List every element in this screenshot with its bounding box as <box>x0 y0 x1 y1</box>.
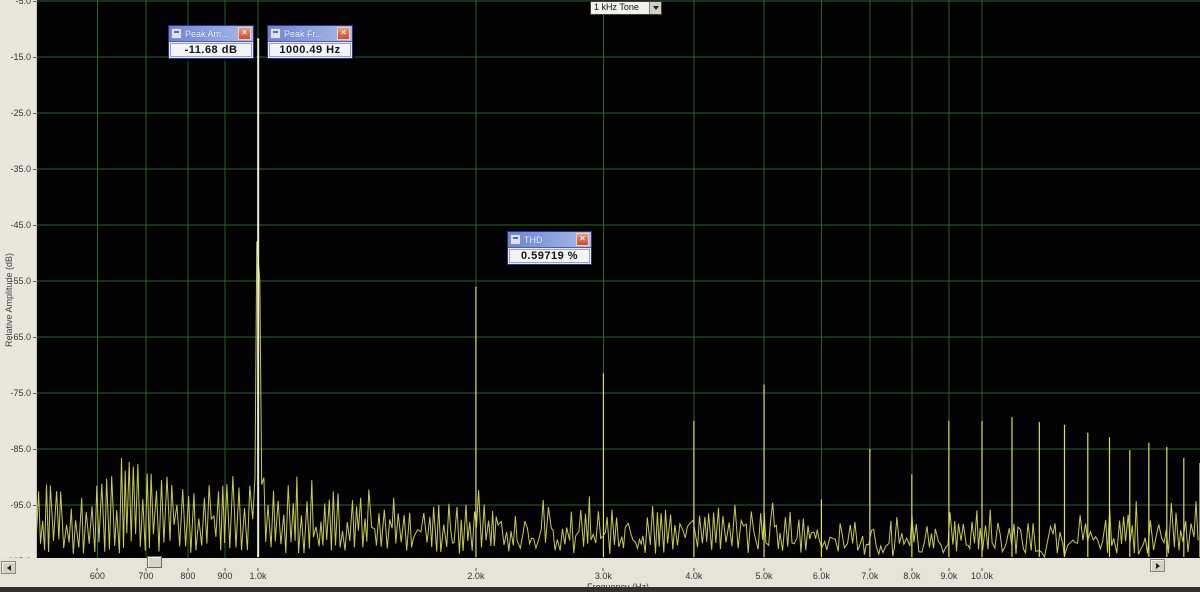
chevron-down-icon <box>653 6 659 10</box>
x-tick-label: 6.0k <box>813 571 830 581</box>
x-tick-label: 600 <box>90 571 105 581</box>
y-tick-mark <box>33 505 36 506</box>
dropdown-arrow-button[interactable] <box>649 2 661 14</box>
x-tick-label: 9.0k <box>940 571 957 581</box>
x-tick-mark <box>224 568 225 571</box>
widget-title: THD <box>524 233 573 247</box>
widget-title: Peak Fr... <box>284 27 334 41</box>
x-tick-mark <box>258 568 259 571</box>
peak-amplitude-widget[interactable]: Peak Am... ✕ -11.68 dB <box>168 25 254 59</box>
x-tick-mark <box>603 568 604 571</box>
x-tick-mark <box>475 568 476 571</box>
y-tick-mark <box>33 449 36 450</box>
widget-titlebar[interactable]: Peak Am... ✕ <box>169 26 253 42</box>
spectrum-svg <box>36 0 1200 558</box>
x-tick-label: 1.0k <box>249 571 266 581</box>
y-tick-mark <box>33 1 36 2</box>
y-tick-label: -35.0 <box>0 164 31 174</box>
y-tick-mark <box>33 281 36 282</box>
peak-frequency-widget[interactable]: Peak Fr... ✕ 1000.49 Hz <box>267 25 353 59</box>
close-icon[interactable]: ✕ <box>238 27 251 40</box>
y-tick-label: -45.0 <box>0 220 31 230</box>
harmonic-peaks <box>476 287 1200 557</box>
y-tick-label: -65.0 <box>0 332 31 342</box>
left-arrow-icon <box>7 565 11 571</box>
x-tick-mark <box>869 568 870 571</box>
y-tick-label: -75.0 <box>0 388 31 398</box>
x-tick-mark <box>145 568 146 571</box>
tone-select-value: 1 kHz Tone <box>591 2 649 14</box>
x-tick-label: 4.0k <box>685 571 702 581</box>
x-tick-mark <box>948 568 949 571</box>
peak-frequency-value: 1000.49 Hz <box>269 43 351 57</box>
measurement-icon <box>171 28 182 39</box>
x-tick-label: 3.0k <box>595 571 612 581</box>
x-tick-label: 10.0k <box>971 571 993 581</box>
measurement-icon <box>270 28 281 39</box>
spectrum-plot[interactable] <box>36 0 1200 558</box>
close-icon[interactable]: ✕ <box>337 27 350 40</box>
y-tick-mark <box>33 337 36 338</box>
scroll-left-button[interactable] <box>1 561 16 574</box>
x-tick-label: 2.0k <box>467 571 484 581</box>
x-tick-mark <box>693 568 694 571</box>
spectrum-analyzer-app: Relative Amplitude (dB) -5.0-15.0-25.0-3… <box>0 0 1200 592</box>
x-tick-mark <box>187 568 188 571</box>
scroll-right-button[interactable] <box>1150 559 1165 572</box>
thd-widget[interactable]: THD ✕ 0.59719 % <box>507 231 592 265</box>
x-tick-label: 900 <box>217 571 232 581</box>
x-tick-label: 5.0k <box>756 571 773 581</box>
widget-title: Peak Am... <box>185 27 235 41</box>
y-tick-label: -95.0 <box>0 500 31 510</box>
x-tick-mark <box>821 568 822 571</box>
right-arrow-icon <box>1156 563 1160 569</box>
y-tick-mark <box>33 225 36 226</box>
y-tick-mark <box>33 393 36 394</box>
x-tick-label: 800 <box>180 571 195 581</box>
close-icon[interactable]: ✕ <box>576 233 589 246</box>
peak-amplitude-value: -11.68 dB <box>170 43 252 57</box>
bottom-border-band <box>0 587 1200 592</box>
y-tick-label: -5.0 <box>0 0 31 6</box>
x-tick-mark <box>982 568 983 571</box>
y-tick-mark <box>33 169 36 170</box>
spectrum-trace <box>36 241 1198 557</box>
x-tick-label: 7.0k <box>861 571 878 581</box>
y-tick-label: -55.0 <box>0 276 31 286</box>
grid-lines <box>36 0 1200 558</box>
measurement-icon <box>510 234 521 245</box>
x-tick-mark <box>764 568 765 571</box>
y-tick-mark <box>33 113 36 114</box>
x-tick-label: 8.0k <box>903 571 920 581</box>
x-tick-mark <box>911 568 912 571</box>
y-tick-label: -15.0 <box>0 52 31 62</box>
y-tick-label: -85.0 <box>0 444 31 454</box>
x-tick-label: 700 <box>138 571 153 581</box>
scrollbar-thumb[interactable] <box>147 556 162 568</box>
tone-select-dropdown[interactable]: 1 kHz Tone <box>590 1 662 15</box>
widget-titlebar[interactable]: Peak Fr... ✕ <box>268 26 352 42</box>
thd-value: 0.59719 % <box>509 249 590 263</box>
y-axis-strip: Relative Amplitude (dB) -5.0-15.0-25.0-3… <box>0 0 37 588</box>
y-tick-label: -25.0 <box>0 108 31 118</box>
x-tick-mark <box>97 568 98 571</box>
y-tick-mark <box>33 57 36 58</box>
widget-titlebar[interactable]: THD ✕ <box>508 232 591 248</box>
x-axis-strip: 600 700 800 900 1.0k 2.0k 3.0k 4.0k 5.0k 6.0k 7.0k… <box>0 558 1200 592</box>
